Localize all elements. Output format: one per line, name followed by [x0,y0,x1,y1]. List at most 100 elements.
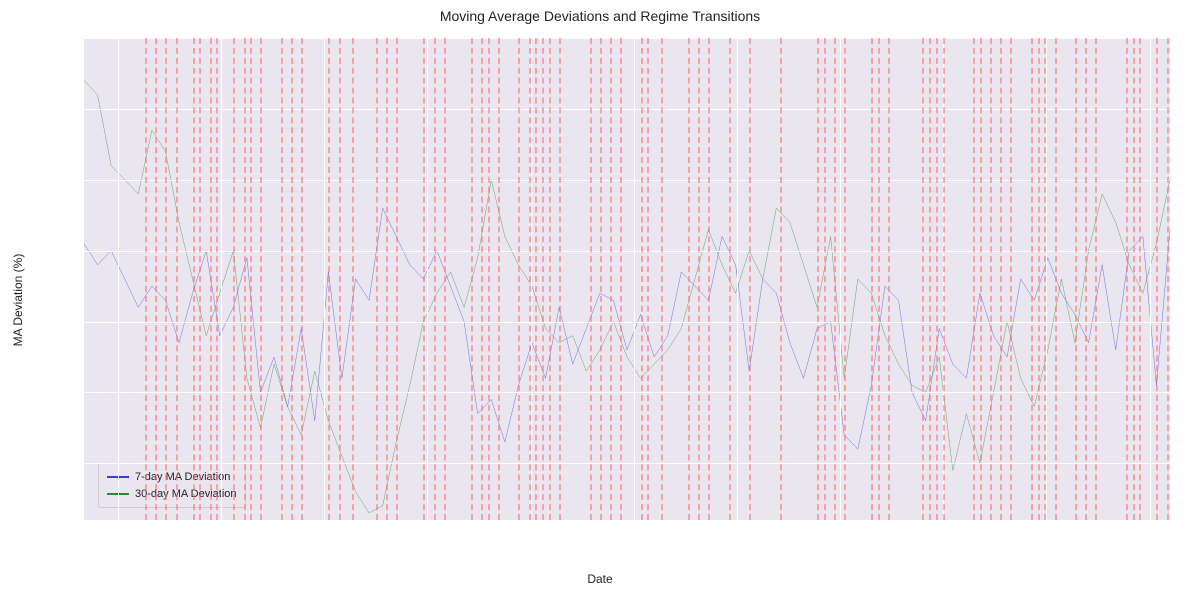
gridline [840,38,841,520]
regime-transition-line [1000,38,1002,520]
gridline [84,38,1170,39]
regime-transition-line [471,38,473,520]
regime-transition-line [216,38,218,520]
regime-transition-line [328,38,330,520]
regime-transition-line [980,38,982,520]
regime-transition-line [260,38,262,520]
regime-transition-line [301,38,303,520]
regime-transition-line [973,38,975,520]
gridline [1046,38,1047,520]
regime-transition-line [291,38,293,520]
regime-transition-line [1038,38,1040,520]
regime-transition-line [688,38,690,520]
regime-transition-line [1031,38,1033,520]
gridline [737,38,738,520]
gridline [634,38,635,520]
regime-transition-line [386,38,388,520]
regime-transition-line [1126,38,1128,520]
regime-transition-line [1095,38,1097,520]
chart-container: Moving Average Deviations and Regime Tra… [0,0,1200,600]
regime-transition-line [488,38,490,520]
gridline [84,109,1170,110]
regime-transition-line [590,38,592,520]
regime-transition-line [549,38,551,520]
regime-transition-line [396,38,398,520]
gridline [84,392,1170,393]
regime-transition-line [199,38,201,520]
regime-transition-line [1139,38,1141,520]
regime-transition-line [729,38,731,520]
gridline [427,38,428,520]
regime-transition-line [943,38,945,520]
regime-transition-line [708,38,710,520]
regime-transition-line [817,38,819,520]
regime-transition-line [749,38,751,520]
regime-transition-line [542,38,544,520]
gridline [1150,38,1151,520]
regime-transition-line [481,38,483,520]
regime-transition-line [844,38,846,520]
regime-transition-line [434,38,436,520]
regime-transition-line [936,38,938,520]
regime-transition-line [780,38,782,520]
regime-transition-line [244,38,246,520]
gridline [118,38,119,520]
regime-transition-line [922,38,924,520]
regime-transition-line [559,38,561,520]
legend: 7-day MA Deviation 30-day MA Deviation [98,463,246,508]
regime-transition-line [1055,38,1057,520]
regime-transition-line [1085,38,1087,520]
regime-transition-line [600,38,602,520]
gridline [84,251,1170,252]
series-line [84,81,1170,513]
regime-transition-line [176,38,178,520]
regime-transition-line [535,38,537,520]
gridline [84,322,1170,323]
regime-transition-line [871,38,873,520]
gridline [324,38,325,520]
x-axis-label: Date [587,572,612,586]
regime-transition-line [1133,38,1135,520]
regime-transition-line [518,38,520,520]
regime-transition-line [1167,38,1169,520]
regime-transition-line [888,38,890,520]
regime-transition-line [250,38,252,520]
regime-transition-line [824,38,826,520]
regime-transition-line [498,38,500,520]
regime-transition-line [233,38,235,520]
regime-transition-line [339,38,341,520]
regime-transition-line [281,38,283,520]
regime-transition-line [698,38,700,520]
regime-transition-line [620,38,622,520]
regime-transition-line [376,38,378,520]
series-line [84,208,1170,449]
regime-transition-line [1075,38,1077,520]
regime-transition-line [1044,38,1046,520]
gridline [221,38,222,520]
regime-transition-line [661,38,663,520]
chart-title: Moving Average Deviations and Regime Tra… [0,8,1200,24]
regime-transition-line [1156,38,1158,520]
regime-transition-line [155,38,157,520]
regime-transition-line [1010,38,1012,520]
y-axis-label: MA Deviation (%) [11,254,25,347]
regime-transition-line [990,38,992,520]
regime-transition-line [641,38,643,520]
regime-transition-line [444,38,446,520]
regime-transition-line [878,38,880,520]
regime-transition-line [529,38,531,520]
regime-transition-line [610,38,612,520]
regime-transition-line [210,38,212,520]
regime-transition-line [423,38,425,520]
regime-transition-line [834,38,836,520]
gridline [84,463,1170,464]
regime-transition-line [165,38,167,520]
regime-transition-line [352,38,354,520]
plot-area: 7-day MA Deviation 30-day MA Deviation −… [84,38,1170,520]
series-canvas [84,38,1170,520]
regime-transition-line [647,38,649,520]
regime-transition-line [145,38,147,520]
gridline [84,180,1170,181]
gridline [531,38,532,520]
regime-transition-line [193,38,195,520]
